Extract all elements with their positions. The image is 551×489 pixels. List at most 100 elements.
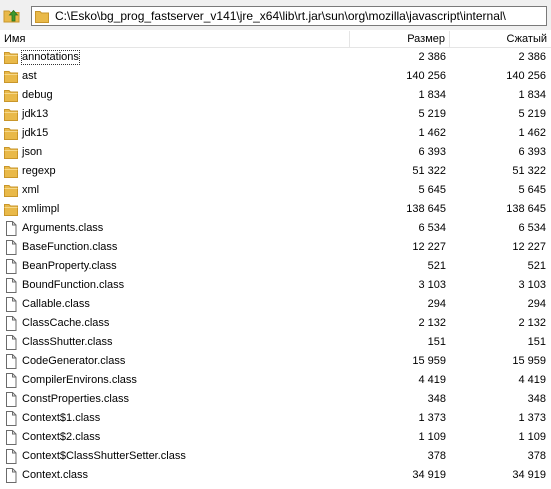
row-packed-size: 2 132 <box>518 317 546 329</box>
row-packed-size: 1 373 <box>518 412 546 424</box>
folder-row[interactable]: jdk15 1 462 1 462 <box>0 124 551 143</box>
file-row[interactable]: BoundFunction.class 3 103 3 103 <box>0 276 551 295</box>
file-icon <box>4 335 18 350</box>
row-name: BaseFunction.class <box>22 241 118 253</box>
file-icon <box>4 468 18 483</box>
file-row[interactable]: ClassCache.class 2 132 2 132 <box>0 314 551 333</box>
file-icon <box>4 373 18 388</box>
row-size: 521 <box>427 260 446 272</box>
row-size: 294 <box>427 298 446 310</box>
row-packed-size: 294 <box>527 298 546 310</box>
row-packed-size: 34 919 <box>512 469 546 481</box>
folder-icon <box>4 126 18 141</box>
row-size: 140 256 <box>406 70 446 82</box>
file-list: annotations 2 386 2 386 ast 140 256 140 256 de… <box>0 48 551 489</box>
address-path-field[interactable]: C:\Esko\bg_prog_fastserver_v141\jre_x64\… <box>31 6 547 26</box>
row-size: 2 386 <box>418 51 446 63</box>
file-icon <box>4 411 18 426</box>
row-name: annotations <box>21 50 80 65</box>
row-size: 4 419 <box>418 374 446 386</box>
file-row[interactable]: Context$1.class 1 373 1 373 <box>0 409 551 428</box>
folder-icon <box>4 107 18 122</box>
row-name: Context.class <box>22 469 89 481</box>
row-packed-size: 15 959 <box>512 355 546 367</box>
row-name: xmlimpl <box>22 203 60 215</box>
row-packed-size: 5 219 <box>518 108 546 120</box>
row-size: 15 959 <box>412 355 446 367</box>
folder-row[interactable]: regexp 51 322 51 322 <box>0 162 551 181</box>
row-name: CompilerEnvirons.class <box>22 374 137 386</box>
row-packed-size: 1 834 <box>518 89 546 101</box>
file-icon <box>4 354 18 369</box>
row-size: 151 <box>427 336 446 348</box>
row-packed-size: 348 <box>527 393 546 405</box>
row-packed-size: 140 256 <box>506 70 546 82</box>
row-name: CodeGenerator.class <box>22 355 126 367</box>
file-row[interactable]: Arguments.class 6 534 6 534 <box>0 219 551 238</box>
row-name: jdk15 <box>22 127 49 139</box>
row-size: 138 645 <box>406 203 446 215</box>
file-row[interactable]: Callable.class 294 294 <box>0 295 551 314</box>
up-folder-button[interactable] <box>3 6 21 24</box>
row-name: debug <box>22 89 53 101</box>
row-name: ClassCache.class <box>22 317 110 329</box>
row-packed-size: 151 <box>527 336 546 348</box>
file-icon <box>4 316 18 331</box>
row-packed-size: 6 393 <box>518 146 546 158</box>
row-name: ast <box>22 70 37 82</box>
row-packed-size: 521 <box>527 260 546 272</box>
file-row[interactable]: Context.class 34 919 34 919 <box>0 466 551 485</box>
folder-row[interactable]: jdk13 5 219 5 219 <box>0 105 551 124</box>
file-row[interactable]: BeanProperty.class 521 521 <box>0 257 551 276</box>
folder-row[interactable]: annotations 2 386 2 386 <box>0 48 551 67</box>
file-row[interactable]: ClassShutter.class 151 151 <box>0 333 551 352</box>
file-row[interactable]: CompilerEnvirons.class 4 419 4 419 <box>0 371 551 390</box>
row-packed-size: 378 <box>527 450 546 462</box>
column-header-size[interactable]: Размер <box>350 31 450 47</box>
file-icon <box>4 221 18 236</box>
row-size: 3 103 <box>418 279 446 291</box>
file-icon <box>4 278 18 293</box>
file-icon <box>4 392 18 407</box>
row-name: ClassShutter.class <box>22 336 113 348</box>
folder-icon <box>4 202 18 217</box>
row-size: 51 322 <box>412 165 446 177</box>
row-name: Callable.class <box>22 298 90 310</box>
folder-icon <box>4 164 18 179</box>
folder-icon <box>35 11 49 23</box>
file-row[interactable]: BaseFunction.class 12 227 12 227 <box>0 238 551 257</box>
row-size: 1 373 <box>418 412 446 424</box>
row-packed-size: 1 109 <box>518 431 546 443</box>
row-size: 378 <box>427 450 446 462</box>
row-packed-size: 3 103 <box>518 279 546 291</box>
file-icon <box>4 297 18 312</box>
row-name: regexp <box>22 165 56 177</box>
row-size: 2 132 <box>418 317 446 329</box>
file-row[interactable]: Context$2.class 1 109 1 109 <box>0 428 551 447</box>
folder-row[interactable]: json 6 393 6 393 <box>0 143 551 162</box>
row-name: Context$2.class <box>22 431 101 443</box>
file-icon <box>4 430 18 445</box>
row-name: ConstProperties.class <box>22 393 129 405</box>
file-icon <box>4 449 18 464</box>
folder-row[interactable]: debug 1 834 1 834 <box>0 86 551 105</box>
file-icon <box>4 259 18 274</box>
row-name: json <box>22 146 43 158</box>
address-path-text: C:\Esko\bg_prog_fastserver_v141\jre_x64\… <box>55 9 506 23</box>
row-packed-size: 1 462 <box>518 127 546 139</box>
folder-row[interactable]: ast 140 256 140 256 <box>0 67 551 86</box>
column-header-name[interactable]: Имя <box>0 31 350 47</box>
archive-browser-window: C:\Esko\bg_prog_fastserver_v141\jre_x64\… <box>0 0 551 489</box>
folder-icon <box>4 69 18 84</box>
file-row[interactable]: CodeGenerator.class 15 959 15 959 <box>0 352 551 371</box>
file-icon <box>4 240 18 255</box>
folder-row[interactable]: xmlimpl 138 645 138 645 <box>0 200 551 219</box>
folder-row[interactable]: xml 5 645 5 645 <box>0 181 551 200</box>
row-name: jdk13 <box>22 108 49 120</box>
column-header-packed-size[interactable]: Сжатый <box>450 31 551 47</box>
folder-icon <box>4 183 18 198</box>
file-row[interactable]: ConstProperties.class 348 348 <box>0 390 551 409</box>
row-packed-size: 4 419 <box>518 374 546 386</box>
row-size: 1 109 <box>418 431 446 443</box>
file-row[interactable]: Context$ClassShutterSetter.class 378 378 <box>0 447 551 466</box>
